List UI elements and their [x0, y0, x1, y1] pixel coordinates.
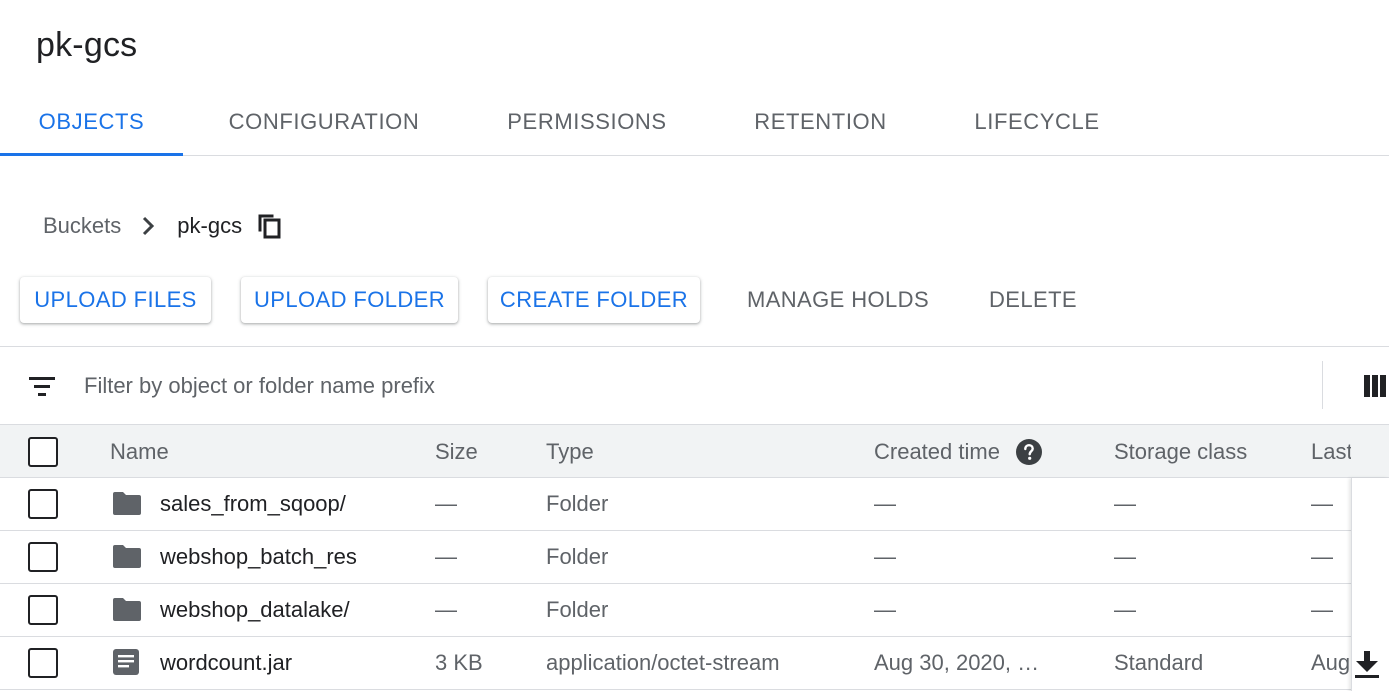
copy-icon[interactable]	[256, 213, 282, 239]
row-checkbox[interactable]	[28, 595, 58, 625]
row-last-modified: —	[1311, 491, 1333, 516]
manage-holds-button[interactable]: MANAGE HOLDS	[728, 277, 948, 323]
upload-folder-button[interactable]: UPLOAD FOLDER	[241, 277, 458, 323]
tab-objects[interactable]: OBJECTS	[0, 88, 183, 156]
row-checkbox[interactable]	[28, 648, 58, 678]
row-created: Aug 30, 2020, …	[874, 650, 1040, 675]
column-header-created[interactable]: Created time	[874, 425, 1042, 478]
column-header-size[interactable]: Size	[435, 425, 478, 478]
chevron-right-icon	[137, 215, 159, 237]
row-checkbox[interactable]	[28, 489, 58, 519]
column-header-type[interactable]: Type	[546, 425, 594, 478]
create-folder-button[interactable]: CREATE FOLDER	[488, 277, 700, 323]
row-last-modified: —	[1311, 544, 1333, 569]
row-name-link[interactable]: webshop_datalake/	[160, 584, 350, 636]
breadcrumb-buckets-link[interactable]: Buckets	[43, 213, 121, 239]
row-type: Folder	[546, 544, 609, 569]
row-size: 3 KB	[435, 650, 483, 675]
file-icon	[113, 649, 141, 675]
table-row[interactable]: webshop_batch_res — Folder — — —	[0, 531, 1389, 584]
row-created: —	[874, 597, 896, 622]
column-header-last-modified[interactable]: Last	[1311, 425, 1351, 478]
table-header: Name Size Type Created time Storage clas…	[0, 424, 1389, 478]
tab-bar: OBJECTS CONFIGURATION PERMISSIONS RETENT…	[0, 88, 1389, 156]
filter-input[interactable]	[84, 369, 1284, 403]
tab-configuration[interactable]: CONFIGURATION	[210, 88, 438, 155]
row-checkbox[interactable]	[28, 542, 58, 572]
row-storage-class: —	[1114, 491, 1136, 516]
delete-button[interactable]: DELETE	[975, 277, 1091, 323]
row-storage-class: —	[1114, 544, 1136, 569]
upload-files-button[interactable]: UPLOAD FILES	[20, 277, 211, 323]
column-header-storage-class[interactable]: Storage class	[1114, 425, 1247, 478]
row-type: Folder	[546, 597, 609, 622]
row-size: —	[435, 544, 457, 569]
select-all-checkbox[interactable]	[28, 437, 58, 467]
filter-bar	[0, 346, 1389, 424]
table-row[interactable]: webshop_datalake/ — Folder — — —	[0, 584, 1389, 637]
row-storage-class: —	[1114, 597, 1136, 622]
page-title: pk-gcs	[36, 26, 138, 64]
folder-icon	[113, 544, 141, 570]
table-row[interactable]: sales_from_sqoop/ — Folder — — —	[0, 478, 1389, 531]
help-icon[interactable]	[1015, 438, 1042, 465]
row-type: Folder	[546, 491, 609, 516]
tab-retention[interactable]: RETENTION	[738, 88, 903, 155]
folder-icon	[113, 597, 141, 623]
row-created: —	[874, 544, 896, 569]
download-icon[interactable]	[1353, 649, 1381, 679]
tab-permissions[interactable]: PERMISSIONS	[490, 88, 684, 155]
row-last-modified: Aug	[1311, 650, 1351, 675]
row-storage-class: Standard	[1114, 650, 1204, 675]
row-last-modified: —	[1311, 597, 1333, 622]
filter-list-icon[interactable]	[28, 373, 56, 399]
column-header-name[interactable]: Name	[110, 425, 169, 478]
row-created: —	[874, 491, 896, 516]
breadcrumb: Buckets pk-gcs	[43, 208, 282, 244]
folder-icon	[113, 491, 141, 517]
breadcrumb-current: pk-gcs	[177, 213, 243, 238]
toolbar-divider	[1322, 361, 1323, 409]
row-size: —	[435, 597, 457, 622]
tab-lifecycle[interactable]: LIFECYCLE	[958, 88, 1116, 155]
column-header-created-label: Created time	[874, 438, 1000, 464]
row-size: —	[435, 491, 457, 516]
row-name-link[interactable]: webshop_batch_res	[160, 531, 357, 583]
row-name-link[interactable]: wordcount.jar	[160, 637, 292, 689]
row-name-link[interactable]: sales_from_sqoop/	[160, 478, 346, 530]
column-display-icon[interactable]	[1364, 375, 1388, 397]
table-row[interactable]: wordcount.jar 3 KB application/octet-str…	[0, 637, 1389, 690]
row-type: application/octet-stream	[546, 650, 780, 675]
